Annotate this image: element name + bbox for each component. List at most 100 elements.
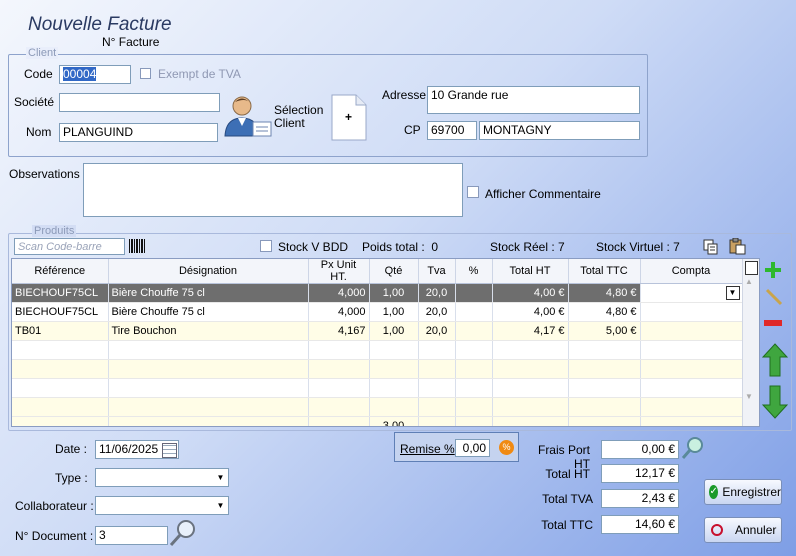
add-line-icon[interactable] (764, 261, 782, 279)
save-button[interactable]: ✓ Enregistrer (704, 479, 782, 505)
code-field[interactable]: 00004 (59, 65, 131, 84)
cell-px[interactable]: 4,167 (308, 321, 370, 341)
adresse-label: Adresse (382, 88, 427, 102)
cell-px[interactable]: 4,000 (308, 283, 370, 303)
cell-total-ttc[interactable]: 5,00 € (568, 321, 641, 341)
cell-qte[interactable]: 1,00 (369, 302, 419, 322)
calendar-icon[interactable] (162, 443, 177, 458)
products-grid: Référence Désignation Px Unit HT. Qté Tv… (11, 258, 760, 427)
cancel-button[interactable]: Annuler (704, 517, 782, 543)
document-field[interactable]: 3 (95, 526, 168, 545)
frais-search-icon[interactable] (681, 436, 705, 460)
cell-designation[interactable]: Tire Bouchon (108, 321, 309, 341)
invoice-window: Nouvelle Facture N° Facture Client Code … (0, 0, 796, 556)
cell-designation[interactable]: Bière Chouffe 75 cl (108, 302, 309, 322)
exempt-tva-checkbox[interactable] (140, 68, 151, 79)
cancel-icon (711, 524, 723, 536)
exempt-tva-label: Exempt de TVA (158, 67, 241, 81)
table-row-empty[interactable] (12, 397, 743, 417)
cell-total-ht[interactable]: 4,00 € (492, 302, 569, 322)
cell-total-ttc[interactable]: 4,80 € (568, 302, 641, 322)
col-designation[interactable]: Désignation (108, 259, 309, 284)
code-label: Code (24, 67, 53, 81)
cell-designation[interactable]: Bière Chouffe 75 cl (108, 283, 309, 303)
cell-compta[interactable] (640, 302, 743, 322)
frais-port-field[interactable]: 0,00 € (601, 440, 679, 459)
barcode-icon[interactable] (128, 238, 146, 254)
add-symbol: + (345, 110, 353, 124)
table-row[interactable]: TB01 Tire Bouchon 4,167 1,00 20,0 4,17 €… (12, 321, 743, 341)
type-select[interactable]: ▼ (95, 468, 229, 487)
cell-pct[interactable] (455, 321, 493, 341)
stock-bdd-checkbox[interactable] (260, 240, 272, 252)
nom-field[interactable]: PLANGUIND (59, 123, 218, 142)
produits-group-title: Produits (32, 225, 77, 237)
afficher-commentaire-label: Afficher Commentaire (485, 187, 601, 201)
cell-ref[interactable]: TB01 (12, 321, 109, 341)
grid-settings-icon[interactable] (745, 261, 758, 275)
cell-px[interactable]: 4,000 (308, 302, 370, 322)
cell-pct[interactable] (455, 302, 493, 322)
cell-tva[interactable]: 20,0 (418, 283, 456, 303)
cell-total-ht[interactable]: 4,00 € (492, 283, 569, 303)
cell-pct[interactable] (455, 283, 493, 303)
societe-label: Société (14, 95, 55, 109)
copy-icon[interactable] (703, 239, 719, 255)
paste-icon[interactable] (729, 237, 746, 255)
cell-ref[interactable]: BIECHOUF75CL (12, 283, 109, 303)
client-group-title: Client (26, 47, 59, 59)
move-down-icon[interactable] (761, 385, 789, 419)
search-icon[interactable] (168, 518, 198, 548)
cell-tva[interactable]: 20,0 (418, 302, 456, 322)
cell-total-ttc[interactable]: 4,80 € (568, 283, 641, 303)
observations-field[interactable] (83, 163, 463, 217)
add-client-button[interactable]: + (331, 94, 367, 141)
move-up-icon[interactable] (761, 343, 789, 377)
col-tva[interactable]: Tva (418, 259, 456, 284)
client-select-icon[interactable] (223, 92, 273, 142)
cell-compta[interactable]: ▼ (640, 283, 743, 303)
stock-bdd-label: Stock V BDD (278, 240, 349, 254)
scan-barcode-field[interactable]: Scan Code-barre (14, 238, 125, 255)
col-compta[interactable]: Compta (640, 259, 743, 284)
col-qte[interactable]: Qté (369, 259, 419, 284)
afficher-commentaire-checkbox[interactable] (467, 186, 479, 198)
date-field[interactable]: 11/06/2025 (95, 440, 179, 459)
percent-icon[interactable]: % (499, 440, 514, 455)
col-total-ht[interactable]: Total HT (492, 259, 569, 284)
col-pct[interactable]: % (455, 259, 493, 284)
stock-virtuel: Stock Virtuel : 7 (596, 240, 680, 254)
cell-qte[interactable]: 1,00 (369, 283, 419, 303)
cell-total-ht[interactable]: 4,17 € (492, 321, 569, 341)
scroll-up-arrow[interactable]: ▲ (745, 277, 753, 286)
grid-scrollbar[interactable]: ▲ ▼ (742, 259, 759, 426)
table-row[interactable]: BIECHOUF75CL Bière Chouffe 75 cl 4,000 1… (12, 302, 743, 322)
chevron-down-icon: ▼ (216, 473, 225, 482)
societe-field[interactable] (59, 93, 220, 112)
cell-compta[interactable] (640, 321, 743, 341)
table-row-empty[interactable] (12, 359, 743, 379)
scroll-down-arrow[interactable]: ▼ (745, 392, 753, 401)
scan-barcode-placeholder: Scan Code-barre (18, 241, 102, 253)
cell-ref[interactable]: BIECHOUF75CL (12, 302, 109, 322)
check-icon: ✓ (709, 485, 719, 499)
collaborateur-label: Collaborateur : (15, 499, 94, 513)
edit-line-icon[interactable] (765, 288, 783, 306)
cell-tva[interactable]: 20,0 (418, 321, 456, 341)
col-px-unit[interactable]: Px Unit HT. (308, 259, 370, 284)
total-tva-field: 2,43 € (601, 489, 679, 508)
collaborateur-select[interactable]: ▼ (95, 496, 229, 515)
table-row-empty[interactable] (12, 378, 743, 398)
compta-dropdown-arrow[interactable]: ▼ (725, 286, 740, 300)
remise-field[interactable]: 0,00 (455, 439, 490, 457)
cp-field[interactable]: 69700 (427, 121, 477, 140)
ville-field[interactable]: MONTAGNY (479, 121, 640, 140)
col-total-ttc[interactable]: Total TTC (568, 259, 641, 284)
totals-row: 3,00 (12, 416, 743, 426)
cell-qte[interactable]: 1,00 (369, 321, 419, 341)
table-row-empty[interactable] (12, 340, 743, 360)
table-row[interactable]: BIECHOUF75CL Bière Chouffe 75 cl 4,000 1… (12, 283, 743, 303)
col-reference[interactable]: Référence (12, 259, 109, 284)
adresse-field[interactable]: 10 Grande rue (427, 86, 640, 114)
remove-line-icon[interactable] (764, 320, 782, 326)
